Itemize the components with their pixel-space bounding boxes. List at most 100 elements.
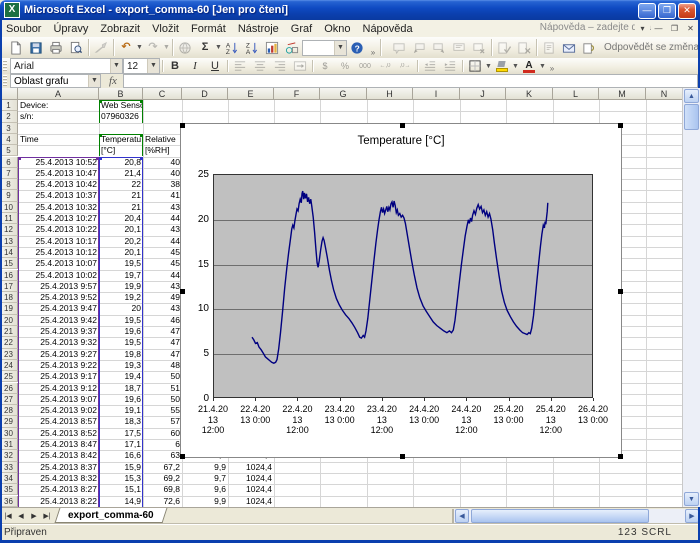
cell[interactable]: 9,6 bbox=[182, 484, 228, 495]
row-header-23[interactable]: 23 bbox=[0, 349, 18, 360]
print-icon[interactable] bbox=[46, 38, 66, 57]
select-all-corner[interactable] bbox=[0, 88, 18, 100]
cell[interactable]: 46 bbox=[143, 315, 182, 326]
rangefinder-handle[interactable] bbox=[99, 134, 102, 137]
scroll-right-button[interactable]: ▶ bbox=[685, 509, 699, 523]
font-name-combobox[interactable]: Arial▼ bbox=[10, 58, 123, 74]
row-header-30[interactable]: 30 bbox=[0, 428, 18, 439]
chart-selection-handle[interactable] bbox=[180, 454, 185, 459]
chart-selection-handle[interactable] bbox=[180, 123, 185, 128]
sheet-tab[interactable]: export_comma-60 bbox=[55, 508, 167, 523]
cell[interactable]: [%RH] bbox=[143, 145, 182, 156]
sort-ascending-icon[interactable]: AZ bbox=[222, 38, 242, 57]
rangefinder-handle[interactable] bbox=[99, 100, 102, 103]
cell[interactable]: 51 bbox=[143, 383, 182, 394]
cell[interactable]: 44 bbox=[143, 213, 182, 224]
close-button[interactable]: ✕ bbox=[678, 3, 696, 19]
chart-selection-handle[interactable] bbox=[618, 123, 623, 128]
undo-icon[interactable]: ↶ bbox=[116, 38, 136, 57]
cell[interactable]: 47 bbox=[143, 326, 182, 337]
row-header-22[interactable]: 22 bbox=[0, 337, 18, 348]
fill-color-dropdown-icon[interactable]: ▼ bbox=[512, 63, 519, 70]
column-header-G[interactable]: G bbox=[320, 88, 367, 100]
menu-npovda[interactable]: Nápověda bbox=[357, 22, 419, 36]
first-sheet-button[interactable]: |◀ bbox=[2, 510, 14, 523]
workbook-close-button[interactable]: ✕ bbox=[683, 22, 698, 36]
previous-sheet-button[interactable]: ◀ bbox=[15, 510, 27, 523]
formatting-toolbar-options-chevron[interactable]: » bbox=[547, 59, 557, 73]
cell[interactable]: 44 bbox=[143, 270, 182, 281]
cell[interactable]: 50 bbox=[143, 371, 182, 382]
scroll-left-button[interactable]: ◀ bbox=[455, 509, 469, 523]
row-header-21[interactable]: 21 bbox=[0, 326, 18, 337]
row-header-32[interactable]: 32 bbox=[0, 450, 18, 461]
next-sheet-button[interactable]: ▶ bbox=[28, 510, 40, 523]
menu-okno[interactable]: Okno bbox=[318, 22, 356, 36]
cell[interactable]: 72,6 bbox=[143, 496, 182, 507]
cell[interactable]: 6 bbox=[143, 439, 182, 450]
menu-zobrazit[interactable]: Zobrazit bbox=[94, 22, 146, 36]
cell[interactable]: 69,8 bbox=[143, 484, 182, 495]
cell[interactable]: 44 bbox=[143, 236, 182, 247]
cell[interactable]: 1024,4 bbox=[228, 473, 274, 484]
menu-formt[interactable]: Formát bbox=[185, 22, 232, 36]
menu-vloit[interactable]: Vložit bbox=[146, 22, 185, 36]
name-box-dropdown-icon[interactable]: ▼ bbox=[88, 75, 100, 87]
row-header-9[interactable]: 9 bbox=[0, 190, 18, 201]
chart-selection-handle[interactable] bbox=[400, 454, 405, 459]
row-header-11[interactable]: 11 bbox=[0, 213, 18, 224]
cell[interactable]: 40 bbox=[143, 168, 182, 179]
cell[interactable]: 40 bbox=[143, 157, 182, 168]
scroll-down-button[interactable]: ▼ bbox=[684, 492, 699, 506]
insert-function-icon[interactable]: fx bbox=[101, 75, 123, 87]
row-header-13[interactable]: 13 bbox=[0, 236, 18, 247]
cell[interactable]: 55 bbox=[143, 405, 182, 416]
send-to-mail-recipient-icon[interactable] bbox=[559, 38, 579, 57]
menu-pravy[interactable]: Úpravy bbox=[47, 22, 94, 36]
cell[interactable]: 47 bbox=[143, 337, 182, 348]
column-header-C[interactable]: C bbox=[143, 88, 182, 100]
help-icon[interactable]: ? bbox=[347, 38, 367, 57]
cell[interactable]: s/n: bbox=[18, 111, 99, 122]
zoom-dropdown-icon[interactable]: ▼ bbox=[334, 41, 346, 55]
column-header-J[interactable]: J bbox=[460, 88, 506, 100]
temperature-series-line[interactable] bbox=[214, 175, 594, 399]
column-header-D[interactable]: D bbox=[182, 88, 228, 100]
autosum-dropdown-icon[interactable]: ▼ bbox=[215, 44, 222, 51]
row-header-20[interactable]: 20 bbox=[0, 315, 18, 326]
row-header-8[interactable]: 8 bbox=[0, 179, 18, 190]
cell[interactable]: 45 bbox=[143, 247, 182, 258]
standard-toolbar-options-chevron[interactable]: » bbox=[368, 38, 378, 57]
cell[interactable]: Device: bbox=[18, 100, 99, 111]
menu-graf[interactable]: Graf bbox=[285, 22, 318, 36]
column-header-N[interactable]: N bbox=[646, 88, 683, 100]
question-box-dropdown-icon[interactable]: ▾ bbox=[635, 22, 650, 36]
column-header-B[interactable]: B bbox=[99, 88, 143, 100]
row-header-24[interactable]: 24 bbox=[0, 360, 18, 371]
attach-file-icon[interactable] bbox=[579, 38, 599, 57]
row-header-15[interactable]: 15 bbox=[0, 258, 18, 269]
row-header-3[interactable]: 3 bbox=[0, 123, 18, 134]
chart-selection-handle[interactable] bbox=[400, 123, 405, 128]
row-header-14[interactable]: 14 bbox=[0, 247, 18, 258]
fill-color-icon[interactable] bbox=[492, 58, 512, 75]
borders-icon[interactable] bbox=[465, 58, 485, 75]
autosum-icon[interactable]: Σ bbox=[195, 38, 215, 57]
row-header-19[interactable]: 19 bbox=[0, 303, 18, 314]
row-header-25[interactable]: 25 bbox=[0, 371, 18, 382]
undo-dropdown-icon[interactable]: ▼ bbox=[136, 44, 143, 51]
menu-soubor[interactable]: Soubor bbox=[0, 22, 47, 36]
underline-icon[interactable]: U bbox=[205, 58, 225, 75]
row-header-18[interactable]: 18 bbox=[0, 292, 18, 303]
row-header-6[interactable]: 6 bbox=[0, 157, 18, 168]
cell[interactable]: 63 bbox=[143, 450, 182, 461]
row-header-10[interactable]: 10 bbox=[0, 202, 18, 213]
row-header-2[interactable]: 2 bbox=[0, 111, 18, 122]
temperature-chart[interactable]: Temperature [°C]252015105021.4.201312:00… bbox=[180, 123, 622, 458]
row-header-31[interactable]: 31 bbox=[0, 439, 18, 450]
cell[interactable]: 1024,4 bbox=[228, 496, 274, 507]
vertical-scrollbar[interactable]: ▲▼ bbox=[682, 88, 700, 507]
cell[interactable]: 60 bbox=[143, 428, 182, 439]
cell[interactable]: 9,7 bbox=[182, 473, 228, 484]
cell[interactable]: 9,9 bbox=[182, 462, 228, 473]
